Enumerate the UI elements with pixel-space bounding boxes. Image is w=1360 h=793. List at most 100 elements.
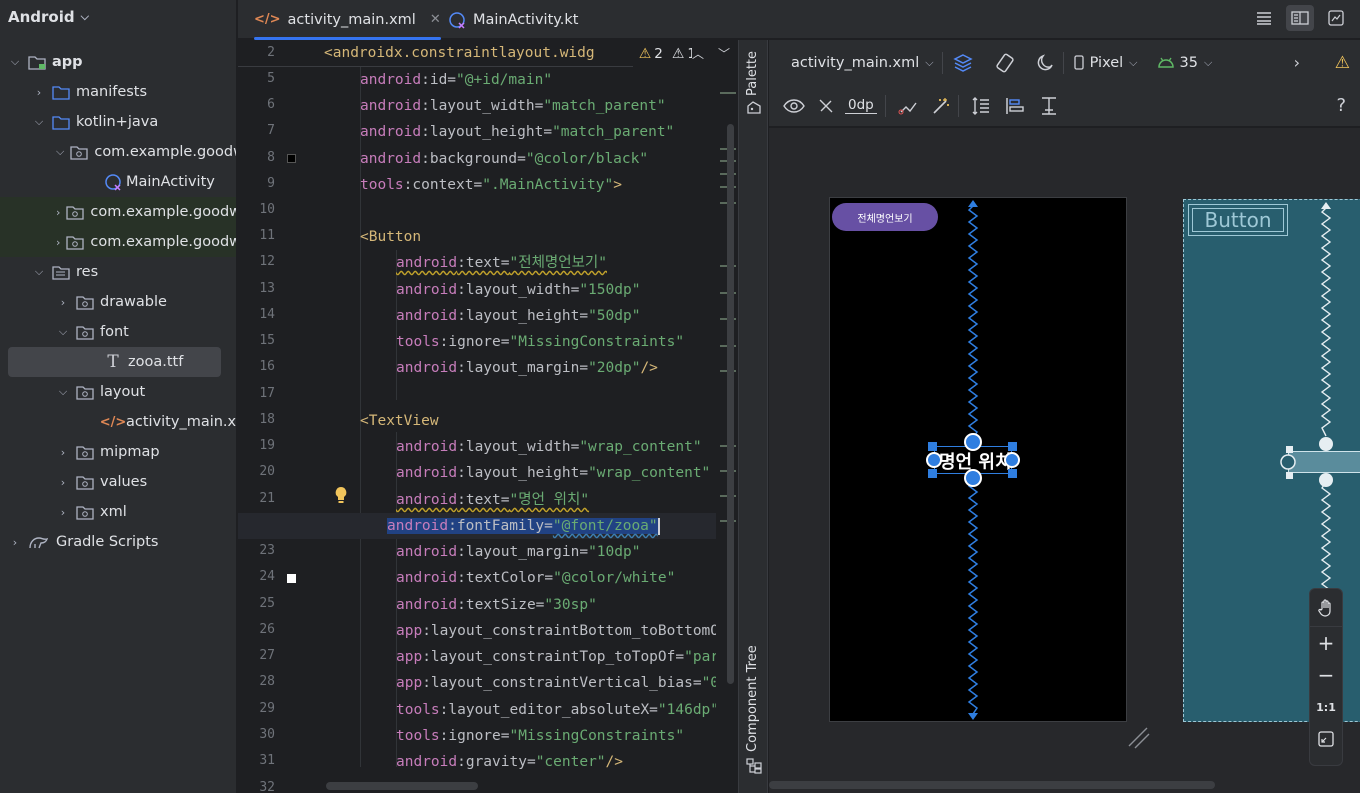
- zoom-out-icon[interactable]: −: [1310, 659, 1342, 691]
- default-margin-selector[interactable]: 0dp: [845, 97, 877, 114]
- zoom-in-icon[interactable]: +: [1310, 627, 1342, 659]
- chevron-right-icon[interactable]: ›: [8, 536, 22, 549]
- chevron-down-icon[interactable]: ⌵: [56, 325, 70, 339]
- tree-item-mipmap[interactable]: › mipmap: [0, 437, 236, 467]
- tree-item-label: values: [100, 474, 148, 490]
- kotlin-class-icon: [448, 11, 466, 29]
- code-editor[interactable]: 5 6 7 8 9 10 11 12 13 14 15 16 17 18 19 …: [238, 40, 738, 793]
- tree-item-mainactivity[interactable]: MainActivity: [0, 167, 236, 197]
- infer-constraints-icon[interactable]: [932, 97, 950, 115]
- code-line: android:gravity="center"/>: [396, 754, 623, 770]
- tree-item-activity-main-xml[interactable]: </> activity_main.xm: [0, 407, 236, 437]
- warning-icon[interactable]: ⚠: [1335, 53, 1350, 73]
- preview-button[interactable]: 전체명언보기: [832, 203, 938, 231]
- tree-item-font[interactable]: ⌵ font: [0, 317, 236, 347]
- tree-item-label: activity_main.xm: [126, 414, 237, 430]
- api-level-selector[interactable]: 35 ⌵: [1157, 55, 1212, 71]
- margin-label: 0dp: [848, 97, 874, 113]
- layout-file-selector[interactable]: activity_main.xml ⌵: [791, 55, 934, 71]
- device-label: Pixel: [1089, 54, 1124, 71]
- chevron-down-icon[interactable]: ⌵: [32, 265, 46, 279]
- tree-item-zooa-ttf[interactable]: T zooa.ttf: [8, 347, 221, 377]
- chevron-right-icon[interactable]: ›: [56, 296, 70, 309]
- tree-item-kotlin-java[interactable]: ⌵ kotlin+java: [0, 107, 236, 137]
- package-icon: [76, 325, 94, 340]
- sticky-line-header[interactable]: 2 <androidx.constraintlayout.widg ⚠ 2 ⚠ …: [238, 40, 738, 67]
- tree-item-res[interactable]: ⌵ res: [0, 257, 236, 287]
- orientation-icon[interactable]: [995, 53, 1015, 73]
- design-surface-icon[interactable]: [952, 53, 973, 73]
- clear-constraints-icon[interactable]: [898, 97, 918, 115]
- chevron-down-icon[interactable]: ﹀: [718, 45, 730, 62]
- code-line: android:layout_margin="20dp"/>: [396, 360, 658, 376]
- chevron-right-icon[interactable]: ›: [56, 446, 70, 459]
- color-swatch-black[interactable]: [287, 154, 296, 163]
- tree-item-app[interactable]: ⌵ app: [0, 47, 236, 77]
- project-view-selector[interactable]: Android ⌵: [0, 0, 236, 33]
- chevron-right-icon[interactable]: ›: [32, 86, 46, 99]
- code-line: tools:ignore="MissingConstraints": [396, 334, 685, 350]
- close-icon[interactable]: ✕: [430, 12, 441, 27]
- tree-item-gradle-scripts[interactable]: › Gradle Scripts: [0, 527, 236, 557]
- chevron-right-icon[interactable]: ›: [56, 476, 70, 489]
- device-selector[interactable]: Pixel ⌵: [1073, 54, 1138, 71]
- tree-item-xml[interactable]: › xml: [0, 497, 236, 527]
- preview-button-label: 전체명언보기: [857, 213, 913, 225]
- vertical-scrollbar[interactable]: [727, 124, 734, 684]
- tree-item-layout[interactable]: ⌵ layout: [0, 377, 236, 407]
- guidelines-icon[interactable]: [1039, 96, 1059, 116]
- tree-item-manifests[interactable]: › manifests: [0, 77, 236, 107]
- code-view-icon[interactable]: [1250, 5, 1278, 31]
- chevron-right-icon[interactable]: ›: [56, 206, 60, 219]
- component-tree-icon[interactable]: [746, 758, 762, 778]
- tab-activity-main-xml[interactable]: </> activity_main.xml ✕: [254, 0, 441, 40]
- chevron-up-icon[interactable]: ︿: [692, 45, 704, 62]
- tree-item-package-test[interactable]: › com.example.goodw: [0, 227, 236, 257]
- align-icon[interactable]: [1005, 97, 1025, 115]
- palette-tab[interactable]: Palette: [745, 51, 760, 96]
- code-line: android:layout_width="150dp": [396, 282, 641, 298]
- zoom-reset-button[interactable]: 1:1: [1310, 691, 1342, 723]
- code-line: android:layout_width="wrap_content": [396, 439, 702, 455]
- design-preview[interactable]: 전체명언보기 명언 위치: [829, 197, 1127, 722]
- resize-handle-icon[interactable]: [1127, 726, 1151, 750]
- tree-item-values[interactable]: › values: [0, 467, 236, 497]
- chevron-down-icon[interactable]: ⌵: [32, 115, 46, 129]
- eye-icon[interactable]: [783, 98, 805, 113]
- palette-icon[interactable]: [747, 100, 761, 118]
- chevron-right-icon[interactable]: ›: [56, 236, 60, 249]
- tab-mainactivity-kt[interactable]: MainActivity.kt: [448, 0, 578, 39]
- code-line: <TextView: [360, 413, 439, 429]
- android-icon: [1157, 57, 1174, 68]
- layout-file-label: activity_main.xml: [791, 54, 920, 71]
- chevron-right-icon[interactable]: ›: [1294, 53, 1300, 72]
- line-number: 32: [259, 780, 275, 793]
- inspection-widget[interactable]: ⚠ 2 ⚠ 1: [632, 40, 696, 67]
- selection-handles[interactable]: [922, 432, 1026, 488]
- blueprint-button[interactable]: Button: [1188, 204, 1288, 236]
- tree-item-package-main[interactable]: ⌵ com.example.goodw: [0, 137, 236, 167]
- chevron-down-icon[interactable]: ⌵: [56, 385, 70, 399]
- pan-hand-icon[interactable]: [1310, 589, 1342, 627]
- blueprint-selection-handles[interactable]: [1278, 436, 1360, 488]
- line-number: 8: [267, 150, 275, 165]
- chevron-right-icon[interactable]: ›: [56, 506, 70, 519]
- night-mode-icon[interactable]: [1037, 53, 1055, 72]
- help-icon[interactable]: ?: [1336, 95, 1346, 116]
- split-view-icon[interactable]: [1286, 5, 1314, 31]
- tree-item-package-android-test[interactable]: › com.example.goodw: [0, 197, 236, 227]
- tree-item-drawable[interactable]: › drawable: [0, 287, 236, 317]
- color-swatch-white[interactable]: [287, 574, 296, 583]
- zoom-to-fit-icon[interactable]: [1310, 723, 1342, 755]
- design-canvas[interactable]: 전체명언보기 명언 위치 Button + − 1:1: [769, 128, 1360, 793]
- chevron-down-icon[interactable]: ⌵: [56, 145, 64, 159]
- canvas-horizontal-scrollbar[interactable]: [769, 781, 1215, 789]
- design-view-icon[interactable]: [1322, 5, 1350, 31]
- horizontal-scrollbar[interactable]: [326, 782, 478, 790]
- pack-icon[interactable]: [971, 96, 991, 116]
- tree-item-label: font: [100, 324, 129, 340]
- chevron-down-icon[interactable]: ⌵: [8, 55, 22, 69]
- line-number: 19: [259, 438, 275, 453]
- component-tree-tab[interactable]: Component Tree: [745, 645, 760, 752]
- autoconnect-off-icon[interactable]: [817, 97, 835, 115]
